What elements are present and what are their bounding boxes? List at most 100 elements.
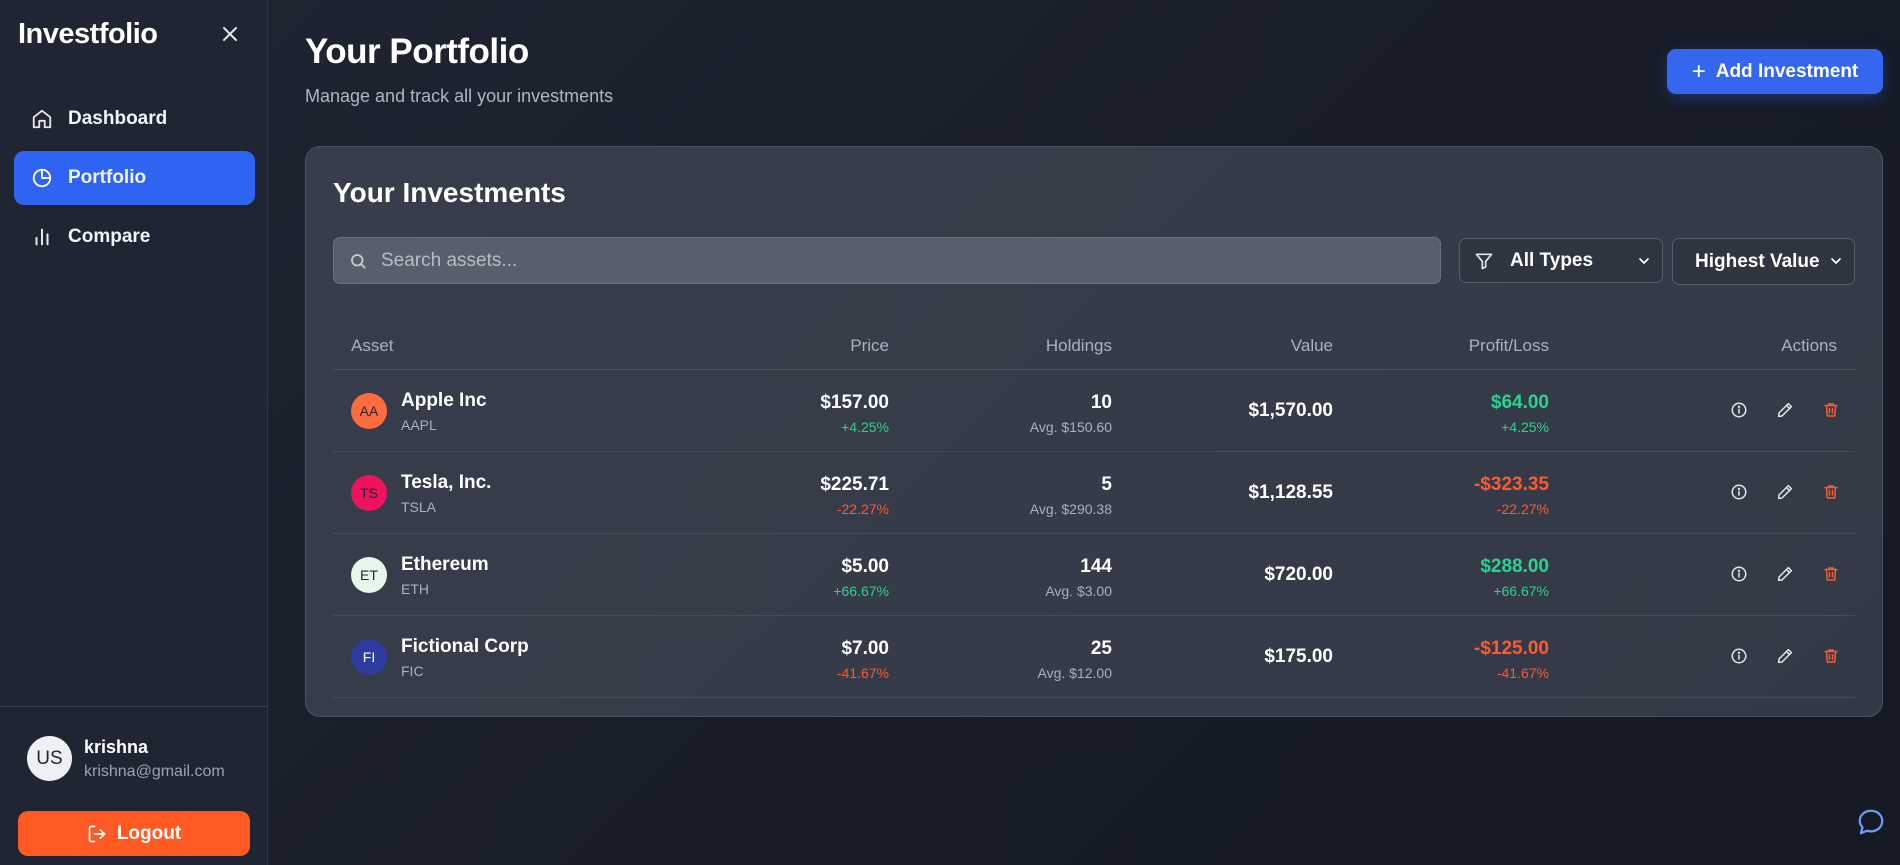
table-row[interactable]: TS Tesla, Inc. TSLA $225.71 -22.27% 5 Avg. $29…: [333, 452, 1855, 534]
pie-chart-icon: [30, 166, 54, 190]
filter-icon: [1474, 251, 1494, 271]
column-header-profit-loss[interactable]: Profit/Loss: [1469, 336, 1549, 356]
price-change: -41.67%: [836, 665, 889, 681]
logout-button[interactable]: Logout: [18, 811, 250, 856]
profit-loss-percent: -41.67%: [1496, 665, 1549, 681]
table-body: AA Apple Inc AAPL $157.00 +4.25% 10 Avg. $150.…: [333, 370, 1855, 698]
holdings: 5: [1101, 474, 1112, 495]
sort-value: Highest Value: [1695, 250, 1820, 272]
brand-logo: Investfolio: [18, 18, 158, 50]
average-cost: Avg. $150.60: [1029, 419, 1112, 435]
search-icon: [349, 252, 367, 270]
type-filter-select[interactable]: All Types: [1459, 238, 1663, 283]
user-profile[interactable]: US krishna krishna@gmail.com: [27, 736, 225, 781]
asset-symbol: ETH: [401, 580, 429, 597]
chevron-down-icon: [1828, 253, 1844, 269]
info-button[interactable]: [1727, 480, 1751, 504]
delete-button[interactable]: [1819, 480, 1843, 504]
pencil-icon: [1773, 398, 1797, 422]
table-row[interactable]: ET Ethereum ETH $5.00 +66.67% 144 Avg. $3.00 $7…: [333, 534, 1855, 616]
column-header-holdings[interactable]: Holdings: [1046, 336, 1112, 356]
holdings: 10: [1090, 392, 1112, 413]
profit-loss-percent: +66.67%: [1493, 583, 1549, 599]
sidebar-item-dashboard[interactable]: Dashboard: [14, 92, 255, 146]
info-icon: [1727, 398, 1751, 422]
edit-button[interactable]: [1773, 562, 1797, 586]
column-header-value[interactable]: Value: [1291, 336, 1333, 356]
sidebar-item-label: Portfolio: [68, 167, 147, 188]
info-button[interactable]: [1727, 644, 1751, 668]
delete-button[interactable]: [1819, 644, 1843, 668]
price: $157.00: [820, 392, 889, 413]
delete-button[interactable]: [1819, 562, 1843, 586]
column-header-price[interactable]: Price: [850, 336, 889, 356]
edit-button[interactable]: [1773, 398, 1797, 422]
asset-avatar: FI: [351, 639, 387, 675]
info-button[interactable]: [1727, 562, 1751, 586]
profit-loss: -$125.00: [1473, 638, 1549, 659]
info-button[interactable]: [1727, 398, 1751, 422]
investments-table: Asset Price Holdings Value Profit/Loss A…: [333, 320, 1855, 698]
sidebar-item-label: Compare: [68, 226, 151, 247]
price-change: +66.67%: [833, 583, 889, 599]
value-cell: $1,570.00: [1248, 400, 1333, 421]
profit-loss-cell: $64.00 +4.25%: [1491, 392, 1549, 435]
holdings-cell: 5 Avg. $290.38: [1030, 474, 1112, 517]
table-row[interactable]: FI Fictional Corp FIC $7.00 -41.67% 25 Avg. $1…: [333, 616, 1855, 698]
table-header: Asset Price Holdings Value Profit/Loss A…: [333, 320, 1855, 370]
profit-loss: $64.00: [1490, 392, 1549, 413]
delete-button[interactable]: [1819, 398, 1843, 422]
asset-cell: FI Fictional Corp FIC: [351, 616, 529, 698]
price-cell: $7.00 -41.67%: [837, 638, 889, 681]
row-actions: [1727, 644, 1843, 668]
price: $7.00: [841, 638, 889, 659]
info-icon: [1727, 644, 1751, 668]
chat-icon: [1858, 809, 1884, 835]
sort-select[interactable]: Highest Value: [1672, 238, 1855, 285]
asset-name: Ethereum: [401, 553, 489, 575]
pencil-icon: [1773, 562, 1797, 586]
chat-button[interactable]: [1855, 806, 1887, 838]
plus-icon: +: [1691, 57, 1706, 85]
sidebar: Investfolio Dashboard Portfolio Compare …: [0, 0, 268, 865]
holdings-cell: 144 Avg. $3.00: [1045, 556, 1112, 599]
bar-chart-icon: [30, 225, 54, 249]
edit-button[interactable]: [1773, 644, 1797, 668]
investments-card: Your Investments All Types Highest Value…: [305, 146, 1883, 717]
average-cost: Avg. $3.00: [1045, 583, 1112, 599]
home-icon: [30, 107, 54, 131]
asset-avatar: TS: [351, 475, 387, 511]
value-cell: $720.00: [1264, 564, 1333, 585]
close-icon: [223, 27, 237, 41]
holdings-cell: 25 Avg. $12.00: [1038, 638, 1112, 681]
chevron-down-icon: [1636, 253, 1652, 269]
price-change: -22.27%: [836, 501, 889, 517]
sidebar-item-portfolio[interactable]: Portfolio: [14, 151, 255, 205]
trash-icon: [1819, 398, 1843, 422]
holdings-cell: 10 Avg. $150.60: [1030, 392, 1112, 435]
table-row[interactable]: AA Apple Inc AAPL $157.00 +4.25% 10 Avg. $150.…: [333, 370, 1855, 452]
add-investment-button[interactable]: + Add Investment: [1667, 49, 1883, 94]
column-header-asset[interactable]: Asset: [351, 336, 394, 356]
asset-symbol: FIC: [401, 662, 424, 679]
average-cost: Avg. $12.00: [1037, 665, 1112, 681]
pencil-icon: [1773, 480, 1797, 504]
info-icon: [1727, 480, 1751, 504]
holdings: 25: [1090, 638, 1112, 659]
price-change: +4.25%: [841, 419, 889, 435]
asset-avatar: AA: [351, 393, 387, 429]
search-box[interactable]: [333, 237, 1441, 284]
sidebar-nav: Dashboard Portfolio Compare: [14, 92, 255, 269]
profit-loss: $288.00: [1480, 556, 1549, 577]
close-sidebar-button[interactable]: [218, 22, 242, 46]
user-name: krishna: [84, 736, 149, 757]
edit-button[interactable]: [1773, 480, 1797, 504]
profit-loss: -$323.35: [1473, 474, 1549, 495]
price-cell: $157.00 +4.25%: [820, 392, 889, 435]
trash-icon: [1819, 480, 1843, 504]
asset-cell: AA Apple Inc AAPL: [351, 370, 487, 452]
search-input[interactable]: [381, 249, 1381, 272]
value-cell: $175.00: [1264, 646, 1333, 667]
price-cell: $5.00 +66.67%: [833, 556, 889, 599]
sidebar-item-compare[interactable]: Compare: [14, 210, 255, 264]
